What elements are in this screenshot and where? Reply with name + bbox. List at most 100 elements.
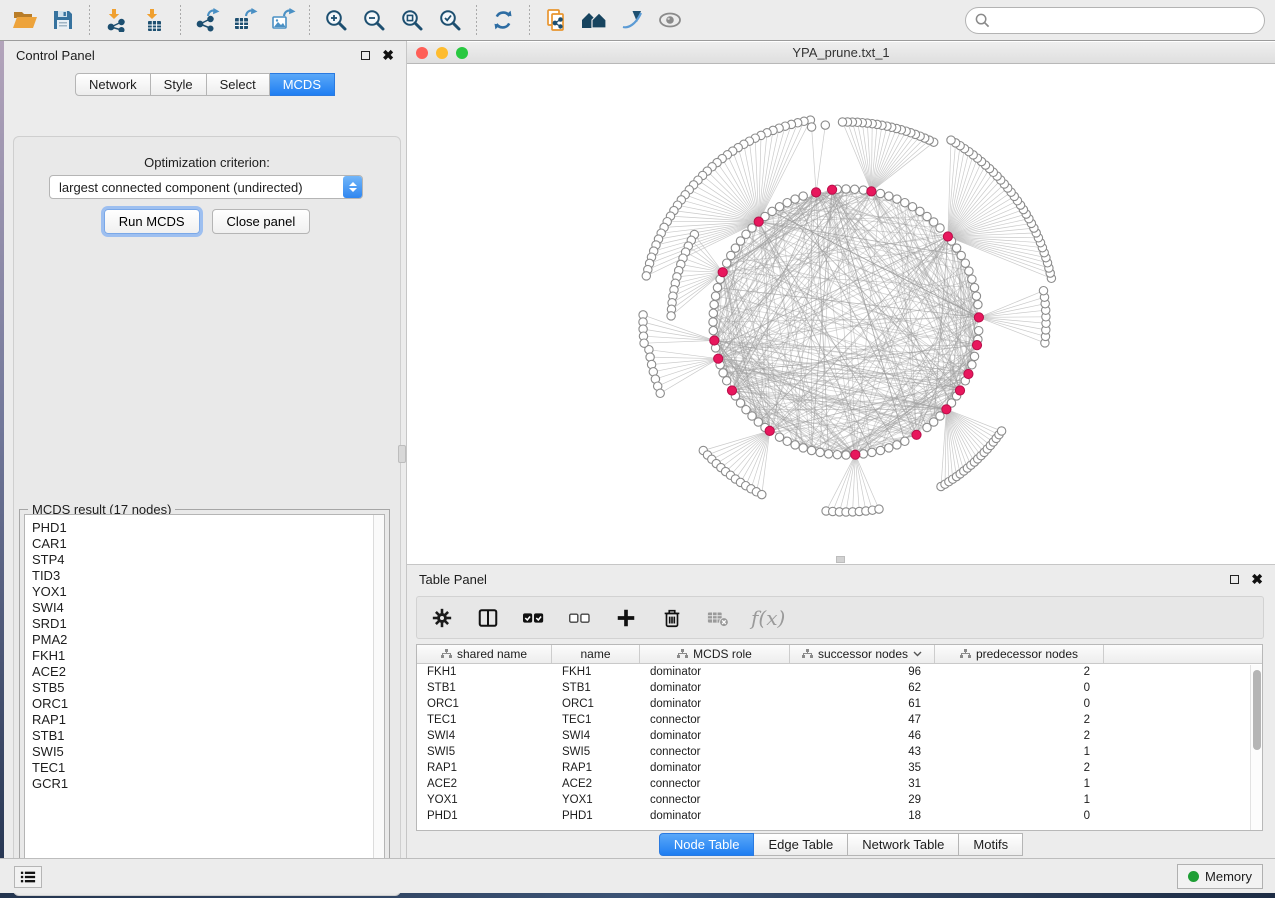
table-row[interactable]: YOX1 YOX1 connector 29 1 xyxy=(417,792,1262,808)
cell-predecessor-nodes[interactable]: 0 xyxy=(935,696,1104,712)
cell-successor-nodes[interactable]: 96 xyxy=(790,664,935,680)
cell-predecessor-nodes[interactable]: 1 xyxy=(935,776,1104,792)
cell-shared-name[interactable]: SWI4 xyxy=(417,728,552,744)
cell-shared-name[interactable]: ORC1 xyxy=(417,696,552,712)
add-column-icon[interactable] xyxy=(613,605,639,631)
control-panel-tab[interactable]: MCDS xyxy=(270,73,335,96)
cell-shared-name[interactable]: TEC1 xyxy=(417,712,552,728)
export-table-icon[interactable] xyxy=(229,4,261,36)
export-network-icon[interactable] xyxy=(191,4,223,36)
close-panel-icon[interactable]: ✖ xyxy=(382,51,394,60)
cell-successor-nodes[interactable]: 46 xyxy=(790,728,935,744)
mcds-result-item[interactable]: GCR1 xyxy=(32,776,384,792)
cell-name[interactable]: RAP1 xyxy=(552,760,640,776)
table-scrollbar[interactable] xyxy=(1250,665,1262,830)
export-image-icon[interactable] xyxy=(267,4,299,36)
search-input[interactable] xyxy=(996,13,1255,28)
cell-name[interactable]: ORC1 xyxy=(552,696,640,712)
cell-successor-nodes[interactable]: 29 xyxy=(790,792,935,808)
zoom-fit-icon[interactable] xyxy=(396,4,428,36)
zoom-in-icon[interactable] xyxy=(320,4,352,36)
table-tab[interactable]: Motifs xyxy=(959,833,1023,856)
cell-predecessor-nodes[interactable]: 2 xyxy=(935,664,1104,680)
cell-name[interactable]: YOX1 xyxy=(552,792,640,808)
cell-predecessor-nodes[interactable]: 0 xyxy=(935,808,1104,824)
cell-predecessor-nodes[interactable]: 1 xyxy=(935,792,1104,808)
cell-successor-nodes[interactable]: 62 xyxy=(790,680,935,696)
cell-mcds-role[interactable]: dominator xyxy=(640,664,790,680)
cell-predecessor-nodes[interactable]: 2 xyxy=(935,712,1104,728)
mcds-result-item[interactable]: FKH1 xyxy=(32,648,384,664)
horizontal-splitter-grip[interactable] xyxy=(836,556,845,563)
table-tab[interactable]: Network Table xyxy=(848,833,959,856)
mcds-result-item[interactable]: STP4 xyxy=(32,552,384,568)
column-header-mcds-role[interactable]: MCDS role xyxy=(640,645,790,663)
cell-mcds-role[interactable]: connector xyxy=(640,744,790,760)
cell-successor-nodes[interactable]: 61 xyxy=(790,696,935,712)
float-panel-icon[interactable] xyxy=(361,51,370,60)
import-table-icon[interactable] xyxy=(138,4,170,36)
table-row[interactable]: FKH1 FKH1 dominator 96 2 xyxy=(417,664,1262,680)
column-header-shared-name[interactable]: shared name xyxy=(417,645,552,663)
table-row[interactable]: SWI5 SWI5 connector 43 1 xyxy=(417,744,1262,760)
column-header-name[interactable]: name xyxy=(552,645,640,663)
cell-shared-name[interactable]: ACE2 xyxy=(417,776,552,792)
cell-name[interactable]: SWI5 xyxy=(552,744,640,760)
cell-mcds-role[interactable]: dominator xyxy=(640,760,790,776)
cell-successor-nodes[interactable]: 18 xyxy=(790,808,935,824)
select-all-columns-icon[interactable] xyxy=(521,605,547,631)
cell-mcds-role[interactable]: dominator xyxy=(640,728,790,744)
float-table-panel-icon[interactable] xyxy=(1230,575,1239,584)
cell-predecessor-nodes[interactable]: 2 xyxy=(935,728,1104,744)
cell-mcds-role[interactable]: dominator xyxy=(640,680,790,696)
cell-name[interactable]: STB1 xyxy=(552,680,640,696)
cell-predecessor-nodes[interactable]: 1 xyxy=(935,744,1104,760)
table-row[interactable]: SWI4 SWI4 dominator 46 2 xyxy=(417,728,1262,744)
mcds-result-item[interactable]: PMA2 xyxy=(32,632,384,648)
clone-network-icon[interactable] xyxy=(540,4,572,36)
cell-successor-nodes[interactable]: 47 xyxy=(790,712,935,728)
table-row[interactable]: ACE2 ACE2 connector 31 1 xyxy=(417,776,1262,792)
split-panel-icon[interactable] xyxy=(475,605,501,631)
import-network-icon[interactable] xyxy=(100,4,132,36)
cell-name[interactable]: PHD1 xyxy=(552,808,640,824)
cell-shared-name[interactable]: YOX1 xyxy=(417,792,552,808)
mcds-result-item[interactable]: PHD1 xyxy=(32,520,384,536)
cell-shared-name[interactable]: STB1 xyxy=(417,680,552,696)
cell-name[interactable]: TEC1 xyxy=(552,712,640,728)
table-row[interactable]: STB1 STB1 dominator 62 0 xyxy=(417,680,1262,696)
cell-successor-nodes[interactable]: 43 xyxy=(790,744,935,760)
cell-predecessor-nodes[interactable]: 0 xyxy=(935,680,1104,696)
cell-mcds-role[interactable]: connector xyxy=(640,712,790,728)
mcds-result-item[interactable]: SWI5 xyxy=(32,744,384,760)
close-panel-button[interactable]: Close panel xyxy=(212,209,311,234)
table-tab[interactable]: Edge Table xyxy=(754,833,848,856)
cell-successor-nodes[interactable]: 35 xyxy=(790,760,935,776)
cell-shared-name[interactable]: RAP1 xyxy=(417,760,552,776)
show-all-nodes-icon[interactable] xyxy=(578,4,610,36)
table-scrollbar-thumb[interactable] xyxy=(1253,670,1261,750)
cell-mcds-role[interactable]: dominator xyxy=(640,696,790,712)
cell-name[interactable]: ACE2 xyxy=(552,776,640,792)
mcds-result-item[interactable]: TID3 xyxy=(32,568,384,584)
mcds-result-item[interactable]: SWI4 xyxy=(32,600,384,616)
cell-shared-name[interactable]: SWI5 xyxy=(417,744,552,760)
control-panel-tab[interactable]: Network xyxy=(75,73,151,96)
control-panel-tab[interactable]: Style xyxy=(151,73,207,96)
show-hide-eye-icon[interactable] xyxy=(654,4,686,36)
network-titlebar[interactable]: YPA_prune.txt_1 xyxy=(407,42,1275,64)
criterion-dropdown[interactable]: largest connected component (undirected) xyxy=(49,175,363,199)
cell-successor-nodes[interactable]: 31 xyxy=(790,776,935,792)
cell-mcds-role[interactable]: connector xyxy=(640,776,790,792)
mcds-result-item[interactable]: ORC1 xyxy=(32,696,384,712)
zoom-selected-icon[interactable] xyxy=(434,4,466,36)
column-header-successor-nodes[interactable]: successor nodes xyxy=(790,645,935,663)
mcds-list-scrollbar[interactable] xyxy=(373,515,384,874)
mcds-result-item[interactable]: YOX1 xyxy=(32,584,384,600)
run-mcds-button[interactable]: Run MCDS xyxy=(104,209,200,234)
cell-mcds-role[interactable]: dominator xyxy=(640,808,790,824)
cell-shared-name[interactable]: FKH1 xyxy=(417,664,552,680)
column-header-predecessor-nodes[interactable]: predecessor nodes xyxy=(935,645,1104,663)
cell-name[interactable]: SWI4 xyxy=(552,728,640,744)
table-row[interactable]: TEC1 TEC1 connector 47 2 xyxy=(417,712,1262,728)
